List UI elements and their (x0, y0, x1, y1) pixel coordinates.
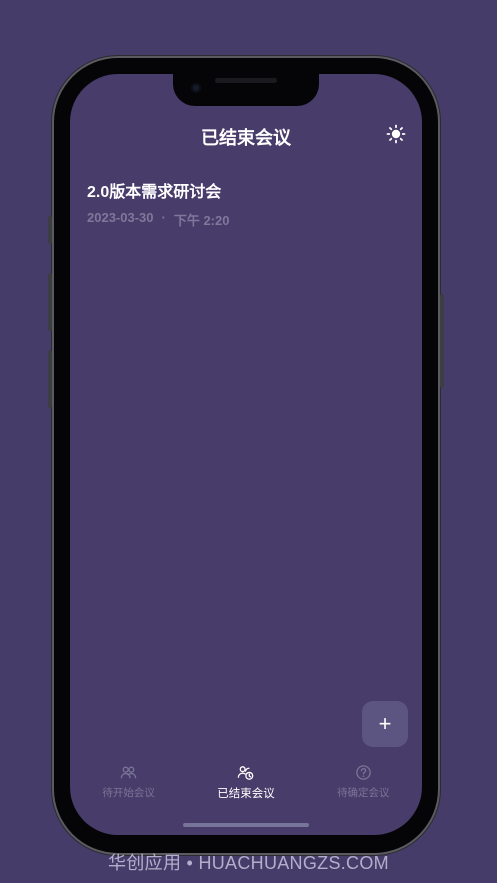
volume-down-button (48, 350, 52, 408)
tab-upcoming-meetings[interactable]: 待开始会议 (70, 764, 187, 804)
add-meeting-button[interactable]: + (362, 701, 408, 747)
sun-icon (386, 124, 406, 144)
power-button (440, 294, 444, 388)
app-screen: 已结束会议 2.0版本需求研讨会 2023-03-30 · 下午 2:20 + … (70, 74, 422, 835)
finished-meeting-icon (238, 766, 254, 780)
volume-up-button (48, 273, 52, 331)
question-icon (356, 765, 371, 780)
camera-icon (191, 83, 201, 93)
plus-icon: + (378, 711, 392, 736)
theme-toggle-button[interactable] (386, 124, 406, 144)
phone-frame: 已结束会议 2.0版本需求研讨会 2023-03-30 · 下午 2:20 + … (48, 58, 444, 853)
meeting-list-item[interactable]: 2.0版本需求研讨会 2023-03-30 · 下午 2:20 (87, 178, 405, 229)
meeting-date: 2023-03-30 (87, 210, 154, 225)
mute-switch (48, 216, 52, 244)
home-indicator[interactable] (183, 823, 309, 827)
meeting-time: 下午 2:20 (173, 213, 230, 228)
page-title: 已结束会议 (201, 128, 291, 148)
meeting-meta: 2023-03-30 · 下午 2:20 (87, 210, 405, 229)
tab-label: 待确定会议 (337, 787, 390, 799)
notch (173, 74, 319, 106)
watermark-text: 华创应用 • HUACHUANGZS.COM (108, 853, 389, 873)
tab-pending-meetings[interactable]: 待确定会议 (305, 764, 422, 804)
tab-finished-meetings[interactable]: 已结束会议 (187, 764, 304, 804)
tab-bar: 待开始会议 已结束会议 待确定会议 (70, 764, 422, 804)
people-icon (120, 766, 137, 779)
tab-label: 已结束会议 (217, 788, 275, 800)
meta-separator: · (161, 210, 166, 225)
meeting-title: 2.0版本需求研讨会 (87, 184, 222, 201)
speaker-grille (215, 78, 277, 83)
tab-label: 待开始会议 (102, 787, 155, 799)
